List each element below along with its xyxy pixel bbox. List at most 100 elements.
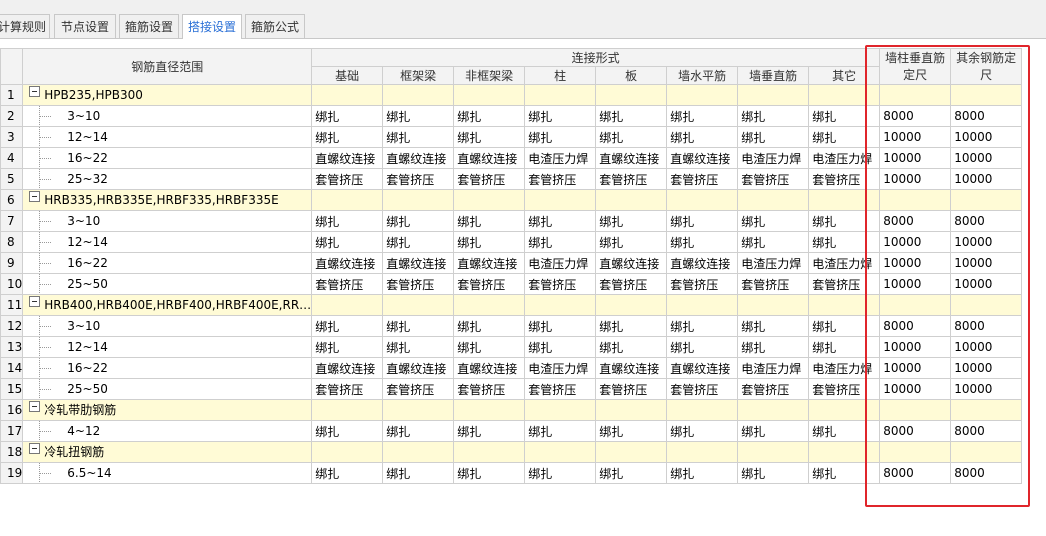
fixed-length-wall-cell[interactable]: 10000	[879, 126, 952, 148]
connection-cell[interactable]	[524, 189, 597, 211]
connection-cell[interactable]: 直螺纹连接	[595, 147, 668, 169]
connection-cell[interactable]: 套管挤压	[382, 378, 455, 400]
connection-cell[interactable]: 直螺纹连接	[311, 147, 384, 169]
fixed-length-other-cell[interactable]: 10000	[950, 378, 1023, 400]
connection-cell[interactable]: 套管挤压	[737, 168, 810, 190]
fixed-length-wall-cell[interactable]: 10000	[879, 168, 952, 190]
connection-cell[interactable]: 绑扎	[382, 315, 455, 337]
connection-cell[interactable]: 套管挤压	[453, 168, 526, 190]
range-cell[interactable]: 12~14	[22, 336, 313, 358]
connection-cell[interactable]: 直螺纹连接	[311, 252, 384, 274]
fixed-length-wall-cell[interactable]	[879, 294, 952, 316]
tab-node-settings[interactable]: 节点设置	[54, 14, 116, 38]
fixed-length-other-cell[interactable]	[950, 399, 1023, 421]
tab-stirrup-settings[interactable]: 箍筋设置	[119, 14, 179, 38]
category-cell[interactable]: 冷轧带肋钢筋	[22, 399, 313, 421]
connection-cell[interactable]	[666, 84, 739, 106]
connection-cell[interactable]: 绑扎	[737, 105, 810, 127]
fixed-length-other-cell[interactable]: 10000	[950, 168, 1023, 190]
table-row[interactable]: 13 12~14 绑扎 绑扎 绑扎 绑扎 绑扎 绑扎 绑扎 绑扎 10000 10000	[0, 336, 1023, 358]
connection-cell[interactable]: 绑扎	[382, 462, 455, 484]
fixed-length-other-cell[interactable]: 10000	[950, 147, 1023, 169]
connection-cell[interactable]: 直螺纹连接	[595, 252, 668, 274]
connection-cell[interactable]: 绑扎	[453, 126, 526, 148]
connection-cell[interactable]: 绑扎	[453, 336, 526, 358]
connection-cell[interactable]: 绑扎	[808, 231, 881, 253]
connection-cell[interactable]	[311, 399, 384, 421]
connection-cell[interactable]: 绑扎	[666, 315, 739, 337]
connection-cell[interactable]: 绑扎	[311, 315, 384, 337]
connection-cell[interactable]: 电渣压力焊	[524, 252, 597, 274]
connection-cell[interactable]: 绑扎	[737, 210, 810, 232]
connection-cell[interactable]: 绑扎	[808, 462, 881, 484]
fixed-length-other-cell[interactable]	[950, 294, 1023, 316]
connection-cell[interactable]: 套管挤压	[311, 168, 384, 190]
connection-cell[interactable]	[666, 399, 739, 421]
connection-cell[interactable]: 绑扎	[311, 105, 384, 127]
table-row[interactable]: 9 16~22 直螺纹连接 直螺纹连接 直螺纹连接 电渣压力焊 直螺纹连接 直螺纹连接 电渣压力…	[0, 252, 1023, 274]
connection-cell[interactable]: 绑扎	[453, 231, 526, 253]
range-cell[interactable]: 3~10	[22, 210, 313, 232]
connection-cell[interactable]: 直螺纹连接	[311, 357, 384, 379]
connection-cell[interactable]: 套管挤压	[666, 273, 739, 295]
fixed-length-wall-cell[interactable]: 10000	[879, 231, 952, 253]
connection-cell[interactable]	[595, 84, 668, 106]
connection-cell[interactable]: 绑扎	[808, 336, 881, 358]
connection-cell[interactable]	[666, 441, 739, 463]
connection-cell[interactable]: 绑扎	[382, 210, 455, 232]
fixed-length-other-cell[interactable]: 8000	[950, 462, 1023, 484]
table-row[interactable]: 19 6.5~14 绑扎 绑扎 绑扎 绑扎 绑扎 绑扎 绑扎 绑扎 8000 8000	[0, 462, 1023, 484]
connection-cell[interactable]: 直螺纹连接	[453, 147, 526, 169]
fixed-length-other-cell[interactable]: 8000	[950, 210, 1023, 232]
connection-cell[interactable]	[737, 294, 810, 316]
connection-cell[interactable]: 绑扎	[524, 210, 597, 232]
connection-cell[interactable]	[453, 84, 526, 106]
connection-cell[interactable]: 绑扎	[524, 462, 597, 484]
connection-cell[interactable]: 套管挤压	[666, 168, 739, 190]
connection-cell[interactable]	[453, 441, 526, 463]
connection-cell[interactable]: 绑扎	[666, 420, 739, 442]
connection-cell[interactable]: 直螺纹连接	[382, 357, 455, 379]
connection-cell[interactable]	[382, 294, 455, 316]
connection-cell[interactable]: 绑扎	[595, 126, 668, 148]
connection-cell[interactable]: 套管挤压	[311, 273, 384, 295]
connection-cell[interactable]: 套管挤压	[666, 378, 739, 400]
fixed-length-other-cell[interactable]: 10000	[950, 273, 1023, 295]
range-cell[interactable]: 12~14	[22, 126, 313, 148]
category-row[interactable]: 6 HRB335,HRB335E,HRBF335,HRBF335E	[0, 189, 1023, 211]
connection-cell[interactable]: 电渣压力焊	[524, 357, 597, 379]
connection-cell[interactable]	[666, 294, 739, 316]
connection-cell[interactable]: 绑扎	[808, 126, 881, 148]
connection-cell[interactable]: 直螺纹连接	[382, 252, 455, 274]
category-row[interactable]: 18 冷轧扭钢筋	[0, 441, 1023, 463]
connection-cell[interactable]: 电渣压力焊	[737, 147, 810, 169]
connection-cell[interactable]: 电渣压力焊	[808, 357, 881, 379]
tab-stirrup-formula[interactable]: 箍筋公式	[245, 14, 305, 38]
tab-calc-rules[interactable]: 计算规则	[0, 14, 50, 38]
connection-cell[interactable]: 套管挤压	[808, 273, 881, 295]
connection-cell[interactable]	[382, 189, 455, 211]
connection-cell[interactable]: 绑扎	[311, 210, 384, 232]
connection-cell[interactable]: 绑扎	[524, 420, 597, 442]
connection-cell[interactable]	[808, 84, 881, 106]
fixed-length-wall-cell[interactable]: 8000	[879, 210, 952, 232]
connection-cell[interactable]: 绑扎	[311, 126, 384, 148]
fixed-length-other-cell[interactable]: 8000	[950, 105, 1023, 127]
fixed-length-wall-cell[interactable]: 10000	[879, 357, 952, 379]
connection-cell[interactable]: 绑扎	[311, 462, 384, 484]
connection-cell[interactable]: 绑扎	[311, 420, 384, 442]
connection-cell[interactable]	[382, 441, 455, 463]
connection-cell[interactable]: 套管挤压	[524, 378, 597, 400]
connection-cell[interactable]: 直螺纹连接	[453, 252, 526, 274]
connection-cell[interactable]: 电渣压力焊	[737, 252, 810, 274]
fixed-length-other-cell[interactable]	[950, 189, 1023, 211]
fixed-length-wall-cell[interactable]: 8000	[879, 462, 952, 484]
connection-cell[interactable]: 绑扎	[737, 315, 810, 337]
connection-cell[interactable]: 电渣压力焊	[737, 357, 810, 379]
fixed-length-wall-cell[interactable]: 10000	[879, 273, 952, 295]
connection-cell[interactable]: 电渣压力焊	[808, 147, 881, 169]
connection-cell[interactable]	[737, 189, 810, 211]
connection-cell[interactable]: 绑扎	[737, 231, 810, 253]
connection-cell[interactable]: 电渣压力焊	[808, 252, 881, 274]
connection-cell[interactable]	[737, 84, 810, 106]
